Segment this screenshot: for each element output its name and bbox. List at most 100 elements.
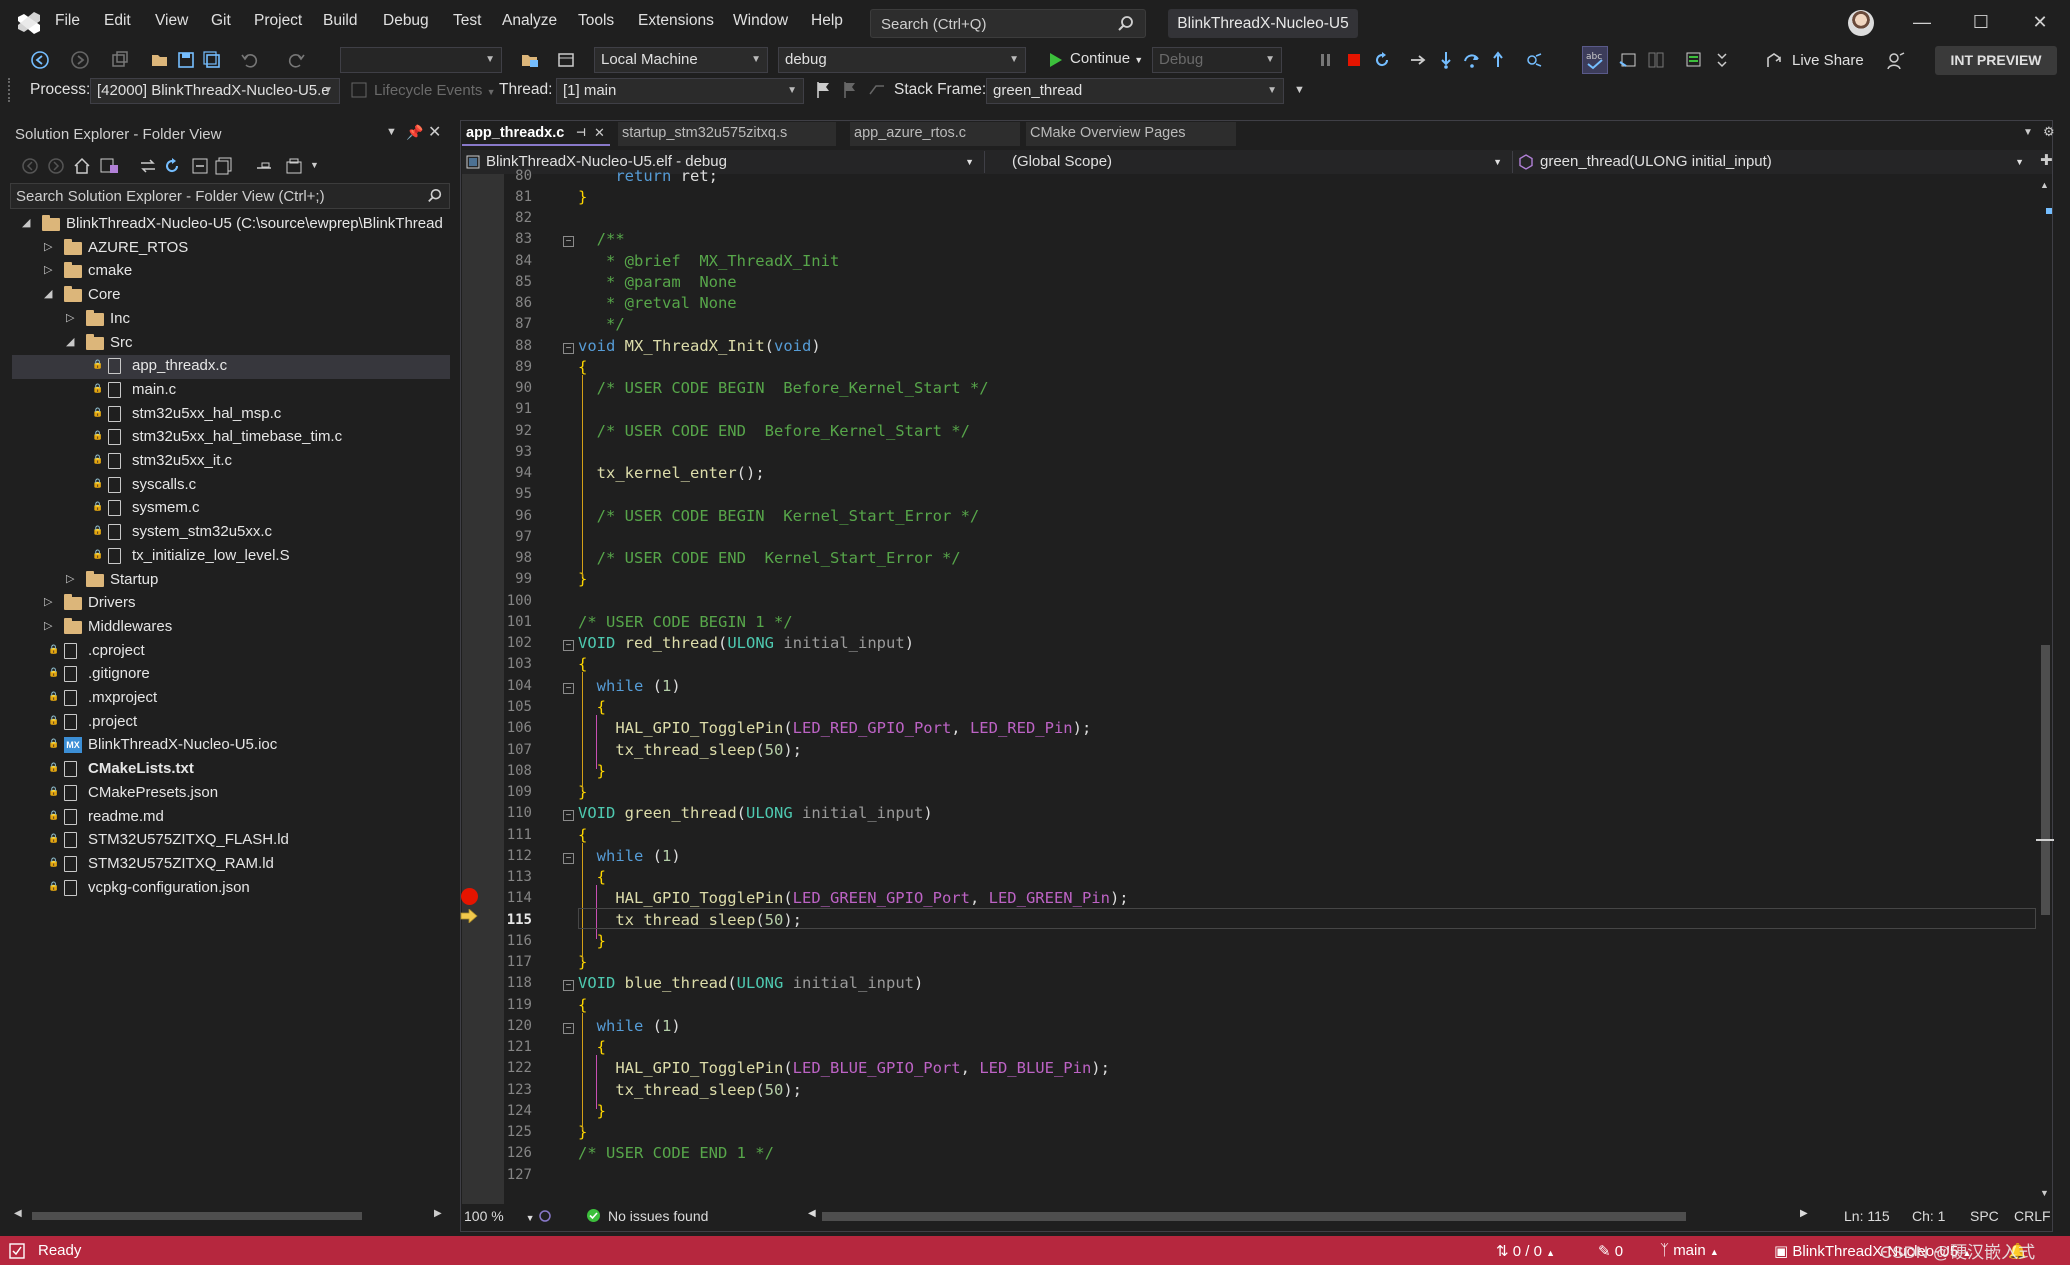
whitespace-indicator[interactable]: SPC: [1970, 1208, 1999, 1224]
tree-file[interactable]: 🔒 sysmem.c: [12, 497, 450, 521]
menu-debug[interactable]: Debug: [383, 12, 429, 30]
split-editor-icon[interactable]: ✚: [2040, 151, 2053, 169]
toolbar-overflow-icon[interactable]: ▼: [1294, 84, 1305, 96]
folder-view-icon[interactable]: [520, 50, 540, 70]
fold-toggle-icon[interactable]: −: [563, 640, 574, 652]
search-input[interactable]: Search (Ctrl+Q): [870, 9, 1146, 38]
tree-file[interactable]: 🔒 syscalls.c: [12, 474, 450, 498]
panel-dropdown-icon[interactable]: ▼: [386, 126, 397, 138]
code-line[interactable]: VOID red_thread(ULONG initial_input): [578, 634, 914, 652]
breakpoint-marker[interactable]: [461, 888, 478, 905]
continue-button[interactable]: Continue ▼: [1070, 50, 1143, 67]
code-line[interactable]: * @brief MX_ThreadX_Init: [578, 252, 839, 270]
code-line[interactable]: /* USER CODE BEGIN 1 */: [578, 613, 793, 631]
tree-file[interactable]: 🔒 readme.md: [12, 806, 450, 830]
line-ending-indicator[interactable]: CRLF: [2014, 1208, 2051, 1224]
pause-icon[interactable]: [1316, 50, 1336, 70]
menu-tools[interactable]: Tools: [578, 12, 614, 30]
code-line[interactable]: /**: [578, 230, 625, 248]
properties-icon[interactable]: [254, 156, 274, 176]
toolbar-options-icon[interactable]: [1712, 50, 1732, 70]
tree-file[interactable]: 🔒 vcpkg-configuration.json: [12, 877, 450, 901]
expand-arrow-icon[interactable]: ▷: [44, 263, 52, 276]
hscroll-right-icon[interactable]: ▶: [1800, 1208, 1808, 1219]
code-line[interactable]: {: [578, 996, 587, 1014]
tree-folder[interactable]: ▷ cmake: [12, 260, 450, 284]
code-line[interactable]: }: [578, 188, 587, 206]
menu-analyze[interactable]: Analyze: [502, 12, 557, 30]
step-over-icon[interactable]: [1462, 50, 1482, 70]
menu-project[interactable]: Project: [254, 12, 302, 30]
forward-icon[interactable]: [70, 50, 90, 70]
code-line[interactable]: HAL_GPIO_TogglePin(LED_BLUE_GPIO_Port, L…: [578, 1059, 1110, 1077]
editor-hscroll-thumb[interactable]: [822, 1212, 1686, 1221]
pending-edits-indicator[interactable]: ✎ 0: [1598, 1242, 1623, 1260]
pin-icon[interactable]: 📌: [406, 124, 423, 141]
scope-nav-combo[interactable]: (Global Scope) ▼: [1012, 151, 1508, 173]
forward-icon[interactable]: [46, 156, 66, 176]
menu-build[interactable]: Build: [323, 12, 357, 30]
code-line[interactable]: while (1): [578, 677, 681, 695]
back-icon[interactable]: [30, 50, 50, 70]
code-line[interactable]: * @retval None: [578, 294, 737, 312]
live-share-button[interactable]: Live Share: [1792, 52, 1864, 69]
tab-app-threadx-c[interactable]: app_threadx.c ⊣ ✕: [462, 122, 610, 146]
tree-folder[interactable]: ▷ Startup: [12, 569, 450, 593]
tree-file[interactable]: 🔒 .gitignore: [12, 663, 450, 687]
tree-file[interactable]: 🔒 stm32u5xx_hal_msp.c: [12, 403, 450, 427]
fold-toggle-icon[interactable]: −: [563, 682, 574, 694]
tab-startup-stm32u575zitxq-s[interactable]: startup_stm32u575zitxq.s: [618, 122, 836, 146]
live-share-icon[interactable]: [1764, 51, 1784, 71]
flag-icon[interactable]: [814, 80, 832, 100]
tree-file[interactable]: 🔒 STM32U575ZITXQ_RAM.ld: [12, 853, 450, 877]
scroll-down-icon[interactable]: ▼: [2040, 1188, 2049, 1198]
member-nav-combo[interactable]: green_thread(ULONG initial_input) ▼: [1540, 151, 2030, 173]
fold-toggle-icon[interactable]: −: [563, 236, 574, 248]
bookmark-icon[interactable]: [1618, 50, 1638, 70]
threads-filter-icon[interactable]: [868, 82, 886, 98]
layout-icon[interactable]: [1646, 50, 1666, 70]
tab-settings-icon[interactable]: ⚙: [2043, 124, 2055, 140]
thread-combo[interactable]: [1] main ▼: [556, 78, 804, 104]
copilot-icon[interactable]: [538, 1209, 552, 1223]
tree-file[interactable]: 🔒 stm32u5xx_hal_timebase_tim.c: [12, 426, 450, 450]
tree-folder[interactable]: ▷ Middlewares: [12, 616, 450, 640]
close-tab-icon[interactable]: ✕: [594, 122, 605, 144]
open-folder-icon[interactable]: [150, 50, 170, 70]
menu-window[interactable]: Window: [733, 12, 788, 30]
code-line[interactable]: /* USER CODE BEGIN Kernel_Start_Error */: [578, 507, 980, 525]
continue-icon[interactable]: [1046, 50, 1066, 70]
breakpoints-icon[interactable]: [1524, 50, 1544, 70]
stop-icon[interactable]: [1344, 50, 1364, 70]
tree-file[interactable]: 🔒 tx_initialize_low_level.S: [12, 545, 450, 569]
target-combo[interactable]: Local Machine ▼: [594, 47, 768, 73]
tree-file[interactable]: 🔒 system_stm32u5xx.c: [12, 521, 450, 545]
menu-git[interactable]: Git: [211, 12, 231, 30]
tree-file[interactable]: 🔒 CMakePresets.json: [12, 782, 450, 806]
minimize-icon[interactable]: —: [1907, 12, 1937, 36]
tree-file[interactable]: 🔒 .cproject: [12, 640, 450, 664]
solution-search-input[interactable]: Search Solution Explorer - Folder View (…: [10, 183, 450, 209]
expand-arrow-icon[interactable]: ▷: [44, 240, 52, 253]
tree-file[interactable]: 🔒 app_threadx.c: [12, 355, 450, 379]
expand-arrow-icon[interactable]: ▷: [66, 311, 74, 324]
tree-file[interactable]: 🔒 STM32U575ZITXQ_FLASH.ld: [12, 829, 450, 853]
menu-help[interactable]: Help: [811, 12, 843, 30]
config-combo[interactable]: debug ▼: [778, 47, 1026, 73]
show-next-statement-icon[interactable]: [1408, 50, 1428, 70]
expand-arrow-icon[interactable]: ▷: [44, 619, 52, 632]
code-line[interactable]: void MX_ThreadX_Init(void): [578, 337, 821, 355]
pin-tab-icon[interactable]: ⊣: [576, 122, 586, 144]
tree-folder[interactable]: ◢ Src: [12, 332, 450, 356]
debug-target-combo[interactable]: Debug ▼: [1152, 47, 1282, 73]
menu-test[interactable]: Test: [453, 12, 481, 30]
lifecycle-events-button[interactable]: Lifecycle Events ▼: [374, 82, 495, 99]
refresh-icon[interactable]: [162, 156, 182, 176]
home-icon[interactable]: [72, 156, 92, 176]
step-into-icon[interactable]: [1436, 50, 1456, 70]
int-preview-badge[interactable]: INT PREVIEW: [1935, 46, 2057, 75]
tree-folder[interactable]: ▷ Inc: [12, 308, 450, 332]
expand-arrow-icon[interactable]: ▷: [44, 595, 52, 608]
comment-icon[interactable]: [1684, 50, 1704, 70]
changes-indicator[interactable]: ⇅ 0 / 0 ▲: [1496, 1242, 1555, 1260]
